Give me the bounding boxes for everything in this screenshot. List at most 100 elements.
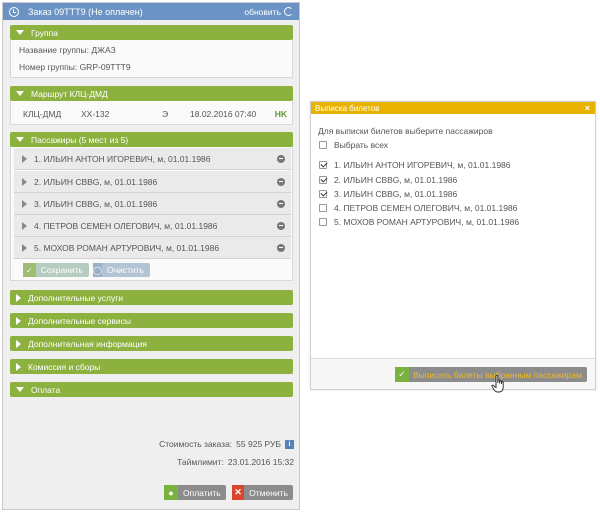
passenger-row[interactable]: 2. ИЛЬИН СВВG, м, 01.01.1986 (14, 171, 291, 193)
commission-section[interactable]: Комиссия и сборы (10, 359, 293, 374)
passenger-row[interactable]: 5. МОХОВ РОМАН АРТУРОВИЧ, м, 01.01.1986 (14, 237, 291, 259)
save-label: Сохранить (40, 265, 83, 275)
collapse-icon (16, 91, 24, 96)
group-name-label: Название группы: (19, 45, 90, 55)
checkbox[interactable] (319, 204, 327, 212)
passenger-checkbox-label: 1. ИЛЬИН АНТОН ИГОРЕВИЧ, м, 01.01.1986 (334, 160, 511, 170)
dialog-title: Выписка билетов (315, 103, 380, 113)
dialog-footer: ✓ Выписать билеты выбранным пассажирам (311, 358, 595, 389)
coins-icon: ● (164, 485, 178, 500)
passenger-checkbox-label: 2. ИЛЬИН СВВG, м, 01.01.1986 (334, 175, 458, 185)
group-number-row: Номер группы: GRP-09TTT9 (11, 59, 292, 76)
remove-icon[interactable] (277, 154, 285, 163)
group-section-title: Группа (31, 27, 58, 38)
remove-icon[interactable] (277, 221, 285, 230)
expand-icon (22, 177, 27, 186)
passenger-name: 5. МОХОВ РОМАН АРТУРОВИЧ, м, 01.01.1986 (34, 242, 220, 253)
route-segment-row: КЛЦ-ДМД XX-132 Э 18.02.2016 07:40 HK (11, 104, 292, 123)
remove-icon[interactable] (277, 177, 285, 186)
order-cost: Стоимость заказа: 55 925 РУБ i (159, 439, 294, 449)
expand-icon (22, 199, 27, 208)
check-icon: ✓ (23, 263, 36, 277)
checkbox[interactable] (319, 161, 327, 169)
passenger-row[interactable]: 4. ПЕТРОВ СЕМЕН ОЛЕГОВИЧ, м, 01.01.1986 (14, 215, 291, 237)
passenger-checkbox-row[interactable]: 5. МОХОВ РОМАН АРТУРОВИЧ, м, 01.01.1986 (319, 217, 519, 227)
remove-icon[interactable] (277, 243, 285, 252)
route-segment: КЛЦ-ДМД (23, 108, 62, 119)
passenger-checkbox-label: 3. ИЛЬИН СВВG, м, 01.01.1986 (334, 189, 458, 199)
pay-button[interactable]: ● Оплатить (164, 485, 226, 500)
passenger-name: 2. ИЛЬИН СВВG, м, 01.01.1986 (34, 176, 158, 187)
cost-value: 55 925 РУБ (236, 439, 281, 449)
issue-tickets-dialog: Выписка билетов × Для выписки билетов вы… (310, 101, 596, 390)
collapse-icon (16, 137, 24, 142)
cancel-label: Отменить (249, 487, 288, 498)
passengers-section-title: Пассажиры (5 мест из 5) (31, 134, 129, 145)
checkbox[interactable] (319, 141, 327, 149)
route-section-title: Маршрут КЛЦ-ДМД (31, 88, 108, 99)
refresh-label: обновить (244, 6, 281, 17)
group-box: Название группы: ДЖАЗ Номер группы: GRP-… (10, 40, 293, 78)
collapse-icon (16, 30, 24, 35)
route-section-header[interactable]: Маршрут КЛЦ-ДМД (10, 86, 293, 101)
expand-icon (16, 316, 21, 325)
passenger-checkbox-row[interactable]: 4. ПЕТРОВ СЕМЕН ОЛЕГОВИЧ, м, 01.01.1986 (319, 203, 517, 213)
group-number-value: GRP-09TTT9 (79, 62, 131, 72)
cancel-button[interactable]: ✕ Отменить (232, 485, 293, 500)
check-icon: ✓ (395, 367, 409, 382)
group-name-row: Название группы: ДЖАЗ (11, 42, 292, 59)
booking-class: Э (162, 108, 169, 119)
extra-services2-title: Дополнительные сервисы (28, 315, 131, 326)
collapse-icon (16, 387, 24, 392)
extra-services-title: Дополнительные услуги (28, 292, 124, 303)
flight-number: XX-132 (81, 108, 110, 119)
select-all-checkbox[interactable]: Выбрать всех (319, 140, 388, 150)
extra-services2-section[interactable]: Дополнительные сервисы (10, 313, 293, 328)
info-icon[interactable]: i (285, 439, 294, 449)
cost-label: Стоимость заказа: (159, 439, 233, 449)
expand-icon (16, 293, 21, 302)
passenger-checkbox-label: 5. МОХОВ РОМАН АРТУРОВИЧ, м, 01.01.1986 (334, 217, 520, 227)
pay-label: Оплатить (183, 487, 221, 498)
extra-info-title: Дополнительная информация (28, 338, 147, 349)
passenger-checkbox-label: 4. ПЕТРОВ СЕМЕН ОЛЕГОВИЧ, м, 01.01.1986 (334, 203, 518, 213)
timelimit-label: Таймлимит: (177, 457, 224, 467)
refresh-icon (284, 7, 293, 16)
group-number-label: Номер группы: (19, 62, 78, 72)
save-button[interactable]: ✓ Сохранить (23, 263, 89, 277)
refresh-button[interactable]: обновить (244, 7, 293, 17)
passenger-row[interactable]: 1. ИЛЬИН АНТОН ИГОРЕВИЧ, м, 01.01.1986 (14, 148, 291, 170)
group-name-value: ДЖАЗ (91, 45, 116, 55)
passenger-checkbox-row[interactable]: 3. ИЛЬИН СВВG, м, 01.01.1986 (319, 189, 457, 199)
passenger-name: 3. ИЛЬИН СВВG, м, 01.01.1986 (34, 198, 158, 209)
extra-services-section[interactable]: Дополнительные услуги (10, 290, 293, 305)
checkbox[interactable] (319, 190, 327, 198)
order-header: Заказ 09TTT9 (Не оплачен) обновить (3, 3, 299, 20)
passenger-checkbox-row[interactable]: 2. ИЛЬИН СВВG, м, 01.01.1986 (319, 175, 457, 185)
passenger-row[interactable]: 3. ИЛЬИН СВВG, м, 01.01.1986 (14, 193, 291, 215)
expand-icon (16, 339, 21, 348)
expand-icon (22, 154, 27, 163)
clear-button[interactable]: ◯ Очистить (93, 263, 150, 277)
passengers-section-header[interactable]: Пассажиры (5 мест из 5) (10, 132, 293, 147)
timelimit: Таймлимит: 23.01.2016 15:32 (177, 457, 294, 467)
expand-icon (22, 243, 27, 252)
payment-section[interactable]: Оплата (10, 382, 293, 397)
extra-info-section[interactable]: Дополнительная информация (10, 336, 293, 351)
remove-icon[interactable] (277, 199, 285, 208)
expand-icon (22, 221, 27, 230)
group-section-header[interactable]: Группа (10, 25, 293, 40)
passenger-checkbox-row[interactable]: 1. ИЛЬИН АНТОН ИГОРЕВИЧ, м, 01.01.1986 (319, 160, 511, 170)
commission-title: Комиссия и сборы (28, 361, 101, 372)
checkbox[interactable] (319, 176, 327, 184)
select-all-label: Выбрать всех (334, 140, 389, 150)
passenger-name: 1. ИЛЬИН АНТОН ИГОРЕВИЧ, м, 01.01.1986 (34, 153, 211, 164)
payment-title: Оплата (31, 384, 61, 395)
order-title: Заказ 09TTT9 (Не оплачен) (28, 6, 143, 17)
close-icon[interactable]: × (585, 103, 590, 113)
segment-status: HK (274, 108, 287, 119)
clear-label: Очистить (106, 265, 144, 275)
checkbox[interactable] (319, 218, 327, 226)
clock-icon (9, 6, 19, 17)
close-icon: ✕ (232, 485, 245, 500)
